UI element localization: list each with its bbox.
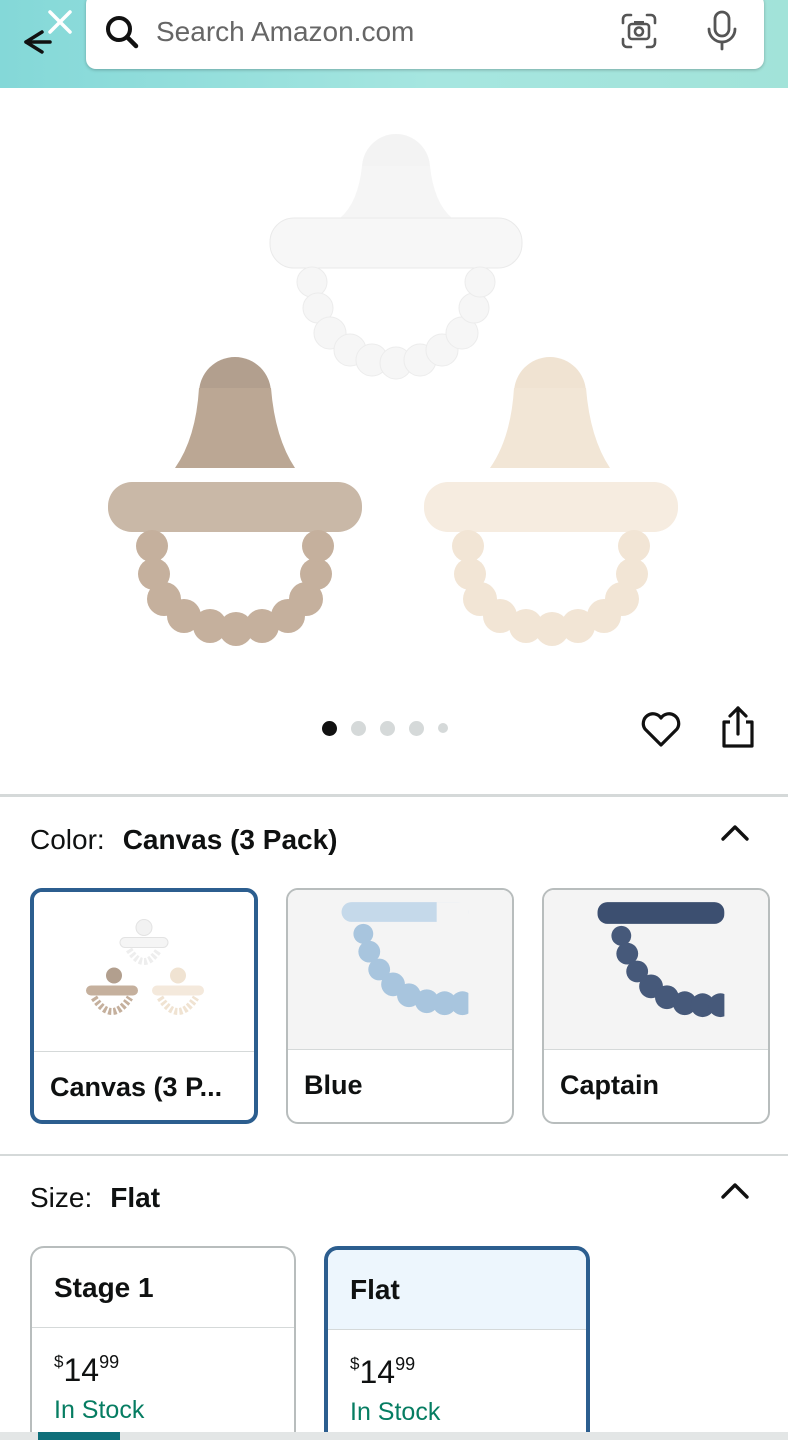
pacifier-cream [424, 357, 678, 646]
swatch-name: Captain [560, 1070, 660, 1100]
search-input[interactable] [156, 10, 576, 54]
carousel-dot[interactable] [351, 720, 366, 736]
size-option-stage-1[interactable]: Stage 1 $1499 In Stock [30, 1246, 296, 1440]
swatch-thumbnail [34, 892, 254, 1052]
carousel-dot[interactable] [438, 723, 448, 733]
pacifier-taupe [108, 357, 362, 646]
color-selected-value: Canvas (3 Pack) [122, 824, 338, 855]
size-price: $1499 [350, 1354, 415, 1391]
back-arrow-icon [24, 10, 72, 54]
color-swatch-captain[interactable]: Captain [542, 888, 770, 1124]
stock-status: In Stock [54, 1396, 145, 1424]
size-title-area: Stage 1 [32, 1248, 294, 1328]
swatch-name: Canvas (3 P... [50, 1072, 223, 1102]
microphone-icon[interactable] [704, 10, 740, 52]
size-name: Stage 1 [54, 1272, 154, 1303]
size-title-area: Flat [328, 1250, 586, 1330]
color-swatch-canvas[interactable]: Canvas (3 P... [30, 888, 258, 1124]
heart-icon[interactable] [640, 708, 682, 750]
price-currency: $ [350, 1354, 360, 1373]
size-label: Size: [30, 1182, 93, 1213]
size-name: Flat [350, 1274, 400, 1305]
swatch-thumbnail [544, 890, 768, 1050]
camera-scan-icon[interactable] [620, 12, 658, 50]
section-divider [0, 1154, 788, 1156]
carousel-dot[interactable] [380, 720, 395, 736]
image-carousel-dots[interactable] [322, 718, 448, 738]
close-icon [48, 10, 72, 34]
price-cents: 99 [99, 1352, 120, 1372]
share-icon[interactable] [718, 704, 758, 750]
price-whole: 14 [359, 1354, 396, 1390]
swatch-thumbnail [288, 890, 512, 1050]
price-currency: $ [54, 1352, 64, 1371]
size-price: $1499 [54, 1352, 119, 1389]
size-option-header: Size: Flat [30, 1182, 160, 1214]
carousel-dot[interactable] [409, 720, 424, 736]
carousel-dot[interactable] [322, 720, 337, 736]
search-icon[interactable] [104, 14, 140, 50]
size-selected-value: Flat [110, 1182, 161, 1213]
size-option-flat[interactable]: Flat $1499 In Stock [324, 1246, 590, 1440]
scroll-indicator-active [38, 1432, 120, 1440]
back-button[interactable] [16, 10, 72, 58]
top-search-bar [0, 0, 788, 88]
stock-status: In Stock [350, 1398, 441, 1426]
section-divider [0, 794, 788, 797]
color-swatch-blue[interactable]: Blue [286, 888, 514, 1124]
color-label: Color: [30, 824, 105, 855]
pacifier-white [269, 134, 523, 380]
chevron-up-icon[interactable] [718, 1178, 752, 1202]
color-option-header: Color: Canvas (3 Pack) [30, 824, 338, 856]
price-whole: 14 [63, 1352, 100, 1388]
price-cents: 99 [395, 1354, 416, 1374]
swatch-name: Blue [304, 1070, 363, 1100]
product-image[interactable] [0, 88, 788, 688]
search-box[interactable] [86, 0, 764, 69]
chevron-up-icon[interactable] [718, 820, 752, 844]
bottom-scroll-indicator [0, 1432, 788, 1440]
